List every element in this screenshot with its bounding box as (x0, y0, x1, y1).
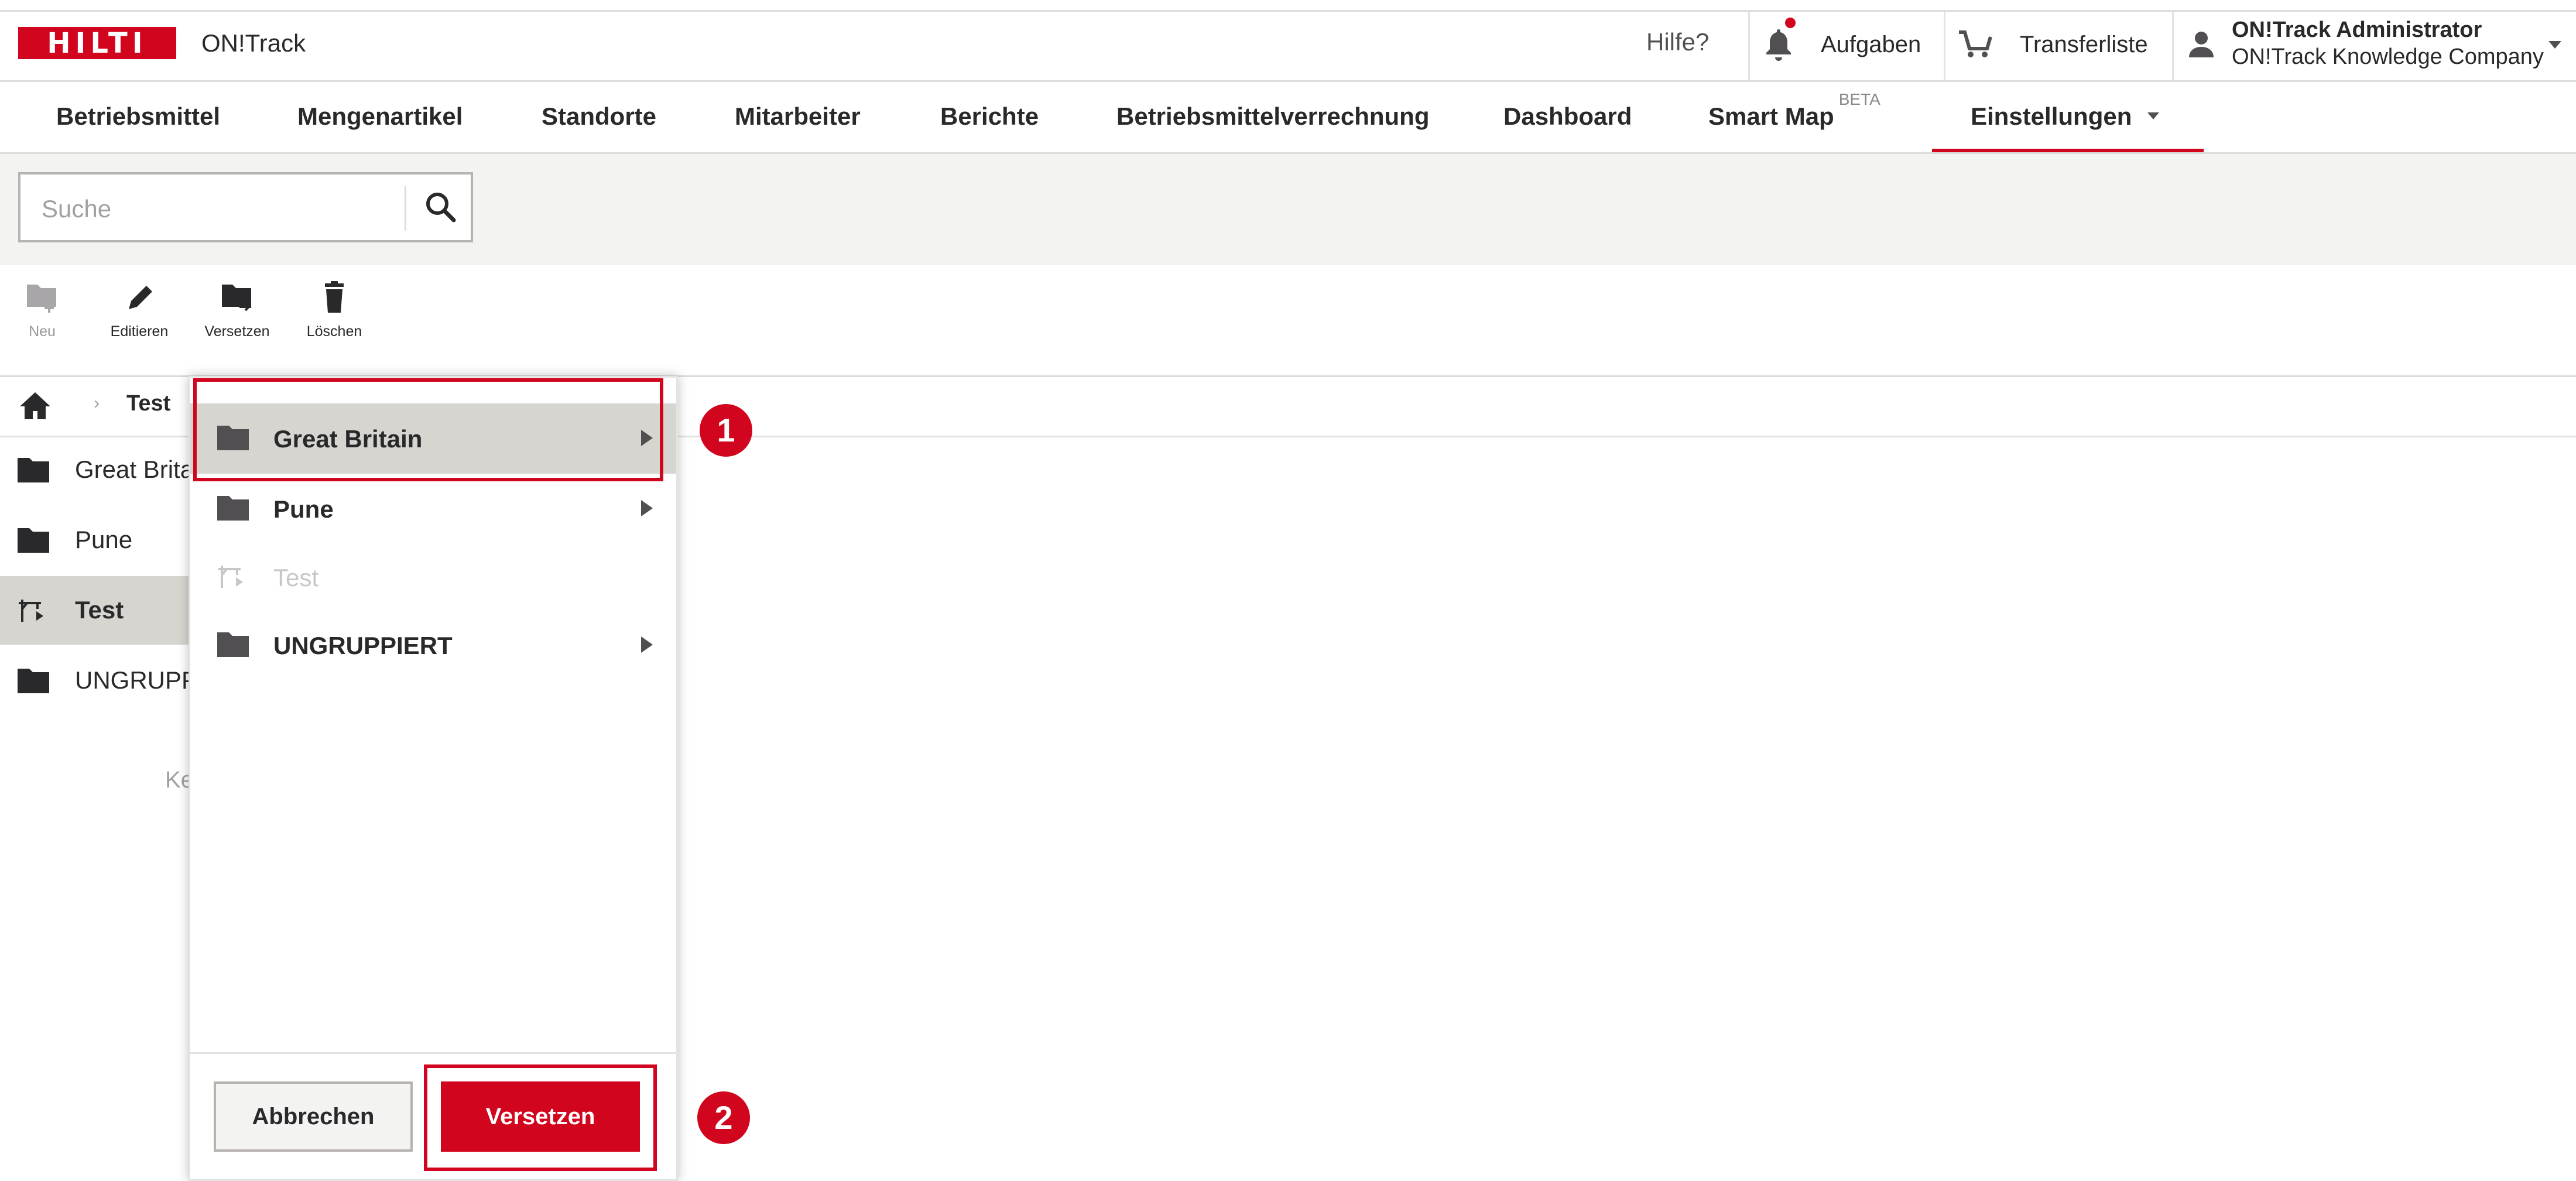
header-divider (1748, 12, 1750, 80)
construction-site-icon (218, 566, 243, 588)
chevron-right-icon[interactable] (641, 636, 653, 653)
list-item-label: Pune (75, 526, 133, 553)
delete-button-label: Löschen (306, 323, 362, 340)
chevron-down-icon[interactable] (2548, 41, 2561, 49)
pencil-icon (129, 286, 152, 309)
list-item-label: UNGRUPPI (75, 666, 205, 694)
step-1-badge: 1 (700, 404, 752, 457)
nav-berichte[interactable]: Berichte (940, 82, 1039, 150)
highlight-box-step-1 (193, 378, 663, 481)
move-destination-popup: Great Britain Pune Test UNGRUPPIERT Abbr… (189, 376, 678, 1181)
bell-icon[interactable] (1758, 23, 1799, 64)
destination-item-label: Pune (273, 495, 334, 523)
move-button[interactable]: Versetzen (190, 280, 284, 356)
beta-badge: BETA (1838, 90, 1880, 108)
cancel-button[interactable]: Abbrechen (214, 1081, 413, 1152)
highlight-box-step-2 (424, 1064, 657, 1171)
logo-text: HILTI (47, 26, 148, 60)
transfer-list-link[interactable]: Transferliste (2020, 32, 2148, 58)
main-navigation: Betriebsmittel Mengenartikel Standorte M… (0, 82, 2576, 154)
trash-icon (325, 281, 344, 313)
app-name: ON!Track (201, 29, 306, 57)
folder-icon (18, 528, 49, 553)
nav-standorte[interactable]: Standorte (542, 82, 656, 150)
list-item-selected[interactable]: Test (0, 576, 211, 645)
app-header: HILTI ON!Track Hilfe? Aufgaben Transferl… (0, 12, 2576, 82)
cart-icon[interactable] (1955, 23, 1996, 64)
home-icon[interactable] (18, 390, 53, 422)
nav-betriebsmittel[interactable]: Betriebsmittel (56, 82, 220, 150)
destination-item-label: UNGRUPPIERT (273, 632, 453, 659)
breadcrumb-separator: › (94, 393, 100, 413)
nav-smart-map[interactable]: Smart MapBETA (1708, 82, 1880, 150)
folder-icon (217, 496, 249, 521)
move-folder-icon (222, 285, 252, 311)
destination-item-ungruppiert[interactable]: UNGRUPPIERT (190, 610, 676, 680)
nav-smart-map-label: Smart Map (1708, 102, 1834, 130)
step-2-badge: 2 (697, 1091, 750, 1144)
help-link[interactable]: Hilfe? (1646, 28, 1709, 56)
folder-icon (18, 458, 49, 482)
destination-item-test: Test (190, 542, 676, 612)
list-item[interactable]: Pune (0, 506, 211, 574)
move-button-label: Versetzen (204, 323, 270, 340)
header-divider (2172, 12, 2174, 80)
action-toolbar (0, 265, 2576, 377)
notification-dot (1785, 18, 1796, 28)
list-item[interactable]: Great Brita (0, 436, 211, 504)
header-divider (1944, 12, 1945, 80)
nav-einstellungen[interactable]: Einstellungen (1971, 82, 2132, 150)
new-button[interactable]: Neu (0, 280, 89, 356)
delete-button[interactable]: Löschen (287, 280, 381, 356)
destination-item-label: Test (273, 564, 319, 591)
chevron-down-icon[interactable] (2147, 112, 2159, 119)
breadcrumb-current[interactable]: Test (126, 391, 170, 416)
folder-icon (217, 632, 249, 657)
list-item-label: Test (75, 596, 124, 624)
nav-mitarbeiter[interactable]: Mitarbeiter (735, 82, 861, 150)
search-input[interactable] (40, 191, 400, 227)
search-icon[interactable] (423, 190, 458, 225)
dialog-footer-divider (190, 1052, 676, 1054)
nav-betriebsmittelverrechnung[interactable]: Betriebsmittelverrechnung (1116, 82, 1429, 150)
list-item-label: Great Brita (75, 456, 194, 483)
nav-active-indicator (1932, 149, 2204, 152)
hilti-logo[interactable]: HILTI (18, 26, 176, 60)
folder-icon (18, 669, 49, 693)
nav-mengenartikel[interactable]: Mengenartikel (297, 82, 463, 150)
list-item[interactable]: UNGRUPPI (0, 646, 211, 715)
search-box (18, 172, 473, 242)
new-button-label: Neu (29, 323, 56, 340)
search-divider (405, 186, 406, 231)
nav-dashboard[interactable]: Dashboard (1503, 82, 1632, 150)
edit-button-label: Editieren (110, 323, 169, 340)
construction-site-icon (19, 600, 43, 622)
edit-button[interactable]: Editieren (93, 280, 186, 356)
destination-item-pune[interactable]: Pune (190, 474, 676, 544)
user-name[interactable]: ON!Track Administrator (2232, 18, 2482, 43)
window-top-edge (0, 0, 2576, 12)
tasks-link[interactable]: Aufgaben (1821, 32, 1921, 58)
company-name[interactable]: ON!Track Knowledge Company (2232, 44, 2544, 70)
new-folder-icon (27, 285, 56, 313)
user-icon[interactable] (2181, 23, 2222, 64)
chevron-right-icon[interactable] (641, 500, 653, 516)
